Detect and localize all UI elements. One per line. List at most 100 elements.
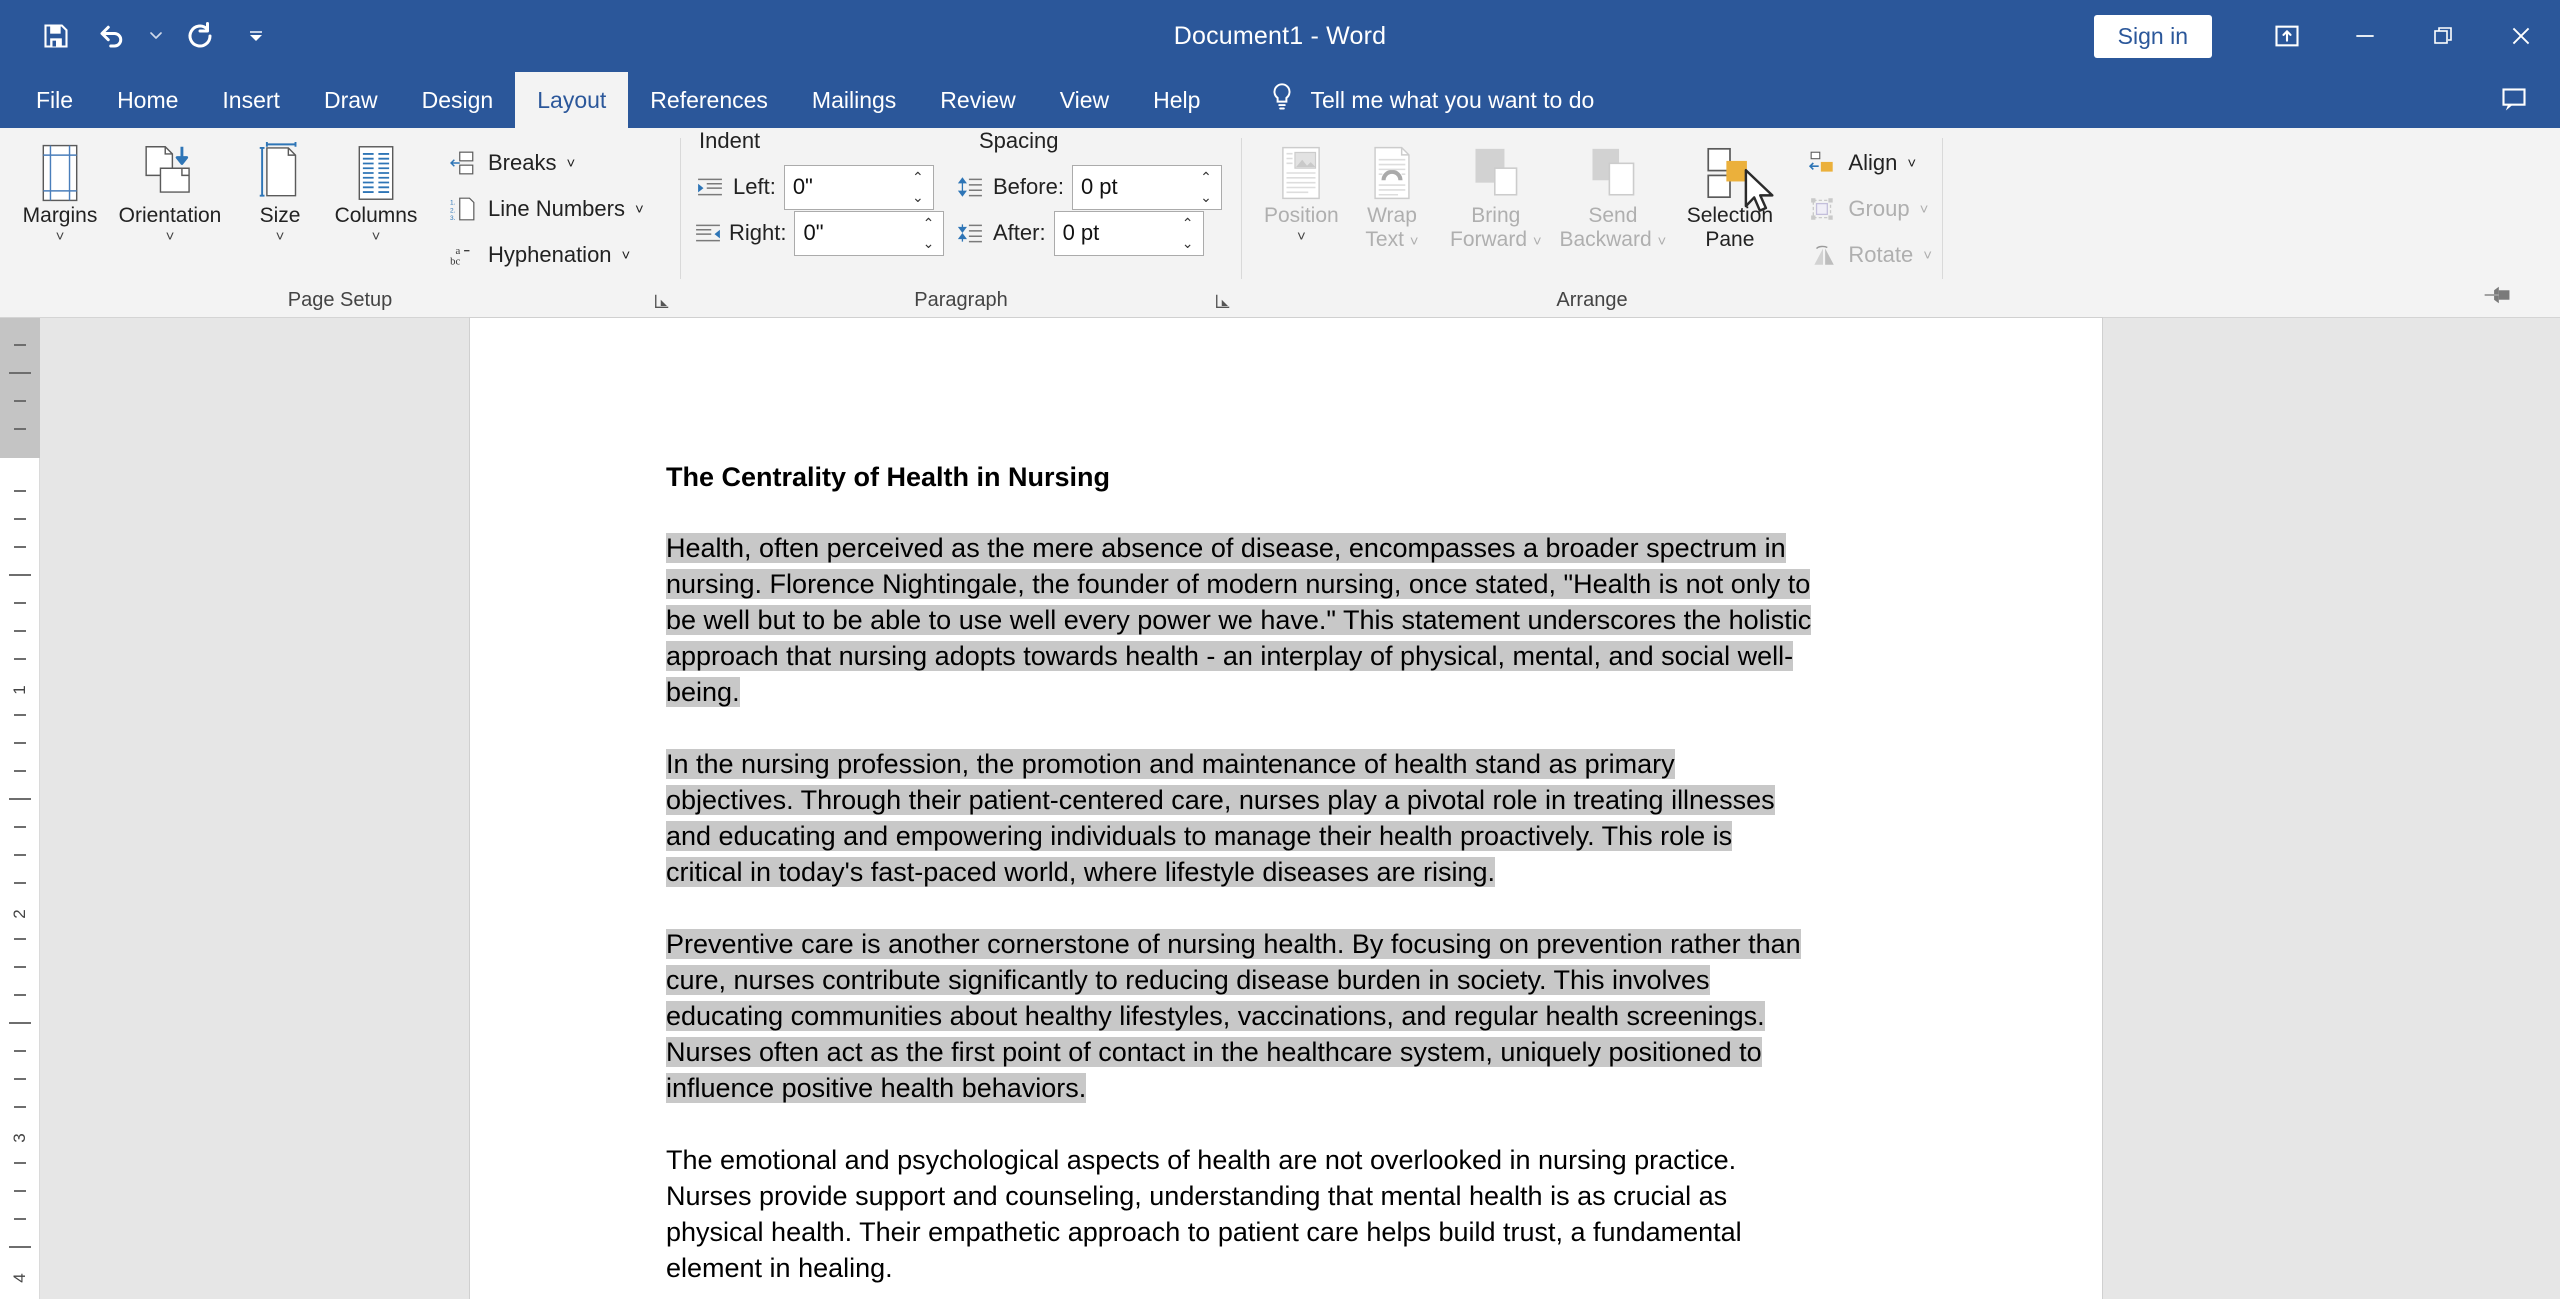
chevron-down-icon[interactable]: ˅: [1658, 233, 1667, 250]
chevron-down-icon[interactable]: ⌄: [912, 187, 924, 207]
wrap-text-button[interactable]: Wrap Text ˅: [1347, 138, 1438, 258]
comment-icon[interactable]: [2486, 76, 2542, 124]
chevron-down-icon[interactable]: ⌄: [1200, 187, 1212, 207]
tab-draw[interactable]: Draw: [302, 72, 400, 128]
chevron-down-icon[interactable]: ⌄: [1182, 233, 1194, 253]
rotate-button[interactable]: Rotate ˅: [1798, 232, 1942, 278]
orientation-button[interactable]: Orientation ˅: [108, 138, 232, 250]
tab-file[interactable]: File: [14, 72, 95, 128]
quick-access-toolbar: [0, 11, 282, 61]
restore-icon[interactable]: [2404, 0, 2482, 72]
document-line-text: The emotional and psychological aspects …: [666, 1145, 1737, 1175]
indent-left-spinner[interactable]: ⌃ ⌄: [783, 164, 934, 210]
bring-forward-label-line2: Forward: [1450, 228, 1528, 251]
spacing-after-input[interactable]: [1054, 212, 1173, 254]
spacing-before-stepper[interactable]: ⌃ ⌄: [1191, 166, 1221, 209]
line-numbers-label: Line Numbers: [488, 196, 625, 221]
chevron-down-icon[interactable]: ˅: [166, 228, 175, 246]
vertical-ruler[interactable]: 1 2 3 4: [0, 318, 40, 1299]
chevron-down-icon[interactable]: ˅: [1297, 228, 1306, 246]
chevron-down-icon[interactable]: ⌄: [923, 233, 935, 253]
document-paragraph[interactable]: The emotional and psychological aspects …: [666, 1142, 1906, 1286]
save-icon[interactable]: [30, 11, 82, 61]
customize-quick-access-toolbar-icon[interactable]: [230, 11, 282, 61]
indent-left-label: Left:: [733, 174, 776, 199]
page-setup-group-label: Page Setup: [287, 289, 393, 311]
chevron-down-icon[interactable]: ˅: [1920, 201, 1929, 218]
selection-pane-button[interactable]: Selection Pane: [1671, 138, 1788, 256]
tab-help[interactable]: Help: [1131, 72, 1222, 128]
indent-right-spinner[interactable]: ⌃ ⌄: [794, 210, 945, 256]
chevron-down-icon[interactable]: ˅: [635, 201, 644, 218]
chevron-down-icon[interactable]: ˅: [566, 155, 575, 172]
minimize-icon[interactable]: [2326, 0, 2404, 72]
position-button[interactable]: Position ˅: [1256, 138, 1347, 250]
breaks-button[interactable]: Breaks ˅: [438, 140, 654, 186]
paragraph-dialog-launcher[interactable]: [1213, 291, 1235, 313]
ruler-tick: [13, 714, 26, 716]
tab-view[interactable]: View: [1038, 72, 1131, 128]
chevron-down-icon[interactable]: ˅: [1907, 155, 1916, 172]
tab-review[interactable]: Review: [918, 72, 1037, 128]
indent-left-stepper[interactable]: ⌃ ⌄: [903, 166, 933, 209]
chevron-down-icon[interactable]: ˅: [1923, 247, 1932, 264]
tab-home[interactable]: Home: [95, 72, 200, 128]
tell-me-search[interactable]: Tell me what you want to do: [1268, 72, 1594, 128]
chevron-up-icon[interactable]: ⌃: [1182, 213, 1194, 233]
spacing-after-spinner[interactable]: ⌃ ⌄: [1053, 210, 1204, 256]
close-icon[interactable]: [2482, 0, 2560, 72]
ruler-tick: [13, 854, 26, 856]
bring-forward-button[interactable]: Bring Forward ˅: [1437, 138, 1554, 258]
page-setup-dialog-launcher[interactable]: [652, 291, 674, 313]
ruler-tick: [13, 1218, 26, 1220]
document-paragraph[interactable]: Preventive care is another cornerstone o…: [666, 926, 1906, 1106]
hyphenation-button[interactable]: a bc Hyphenation ˅: [438, 232, 654, 278]
spacing-before-input[interactable]: [1072, 166, 1191, 208]
spacing-after-stepper[interactable]: ⌃ ⌄: [1173, 212, 1203, 255]
rotate-icon: [1808, 243, 1838, 267]
align-label: Align: [1848, 150, 1898, 175]
chevron-up-icon[interactable]: ⌃: [912, 167, 924, 187]
sign-in-button[interactable]: Sign in: [2093, 14, 2212, 58]
tab-mailings[interactable]: Mailings: [790, 72, 918, 128]
document-text-area[interactable]: The Centrality of Health in Nursing Heal…: [470, 318, 2102, 1286]
spacing-before-spinner[interactable]: ⌃ ⌄: [1071, 164, 1222, 210]
chevron-down-icon[interactable]: ˅: [1533, 233, 1542, 250]
margins-button[interactable]: Margins ˅: [12, 138, 108, 250]
undo-dropdown-chevron-down-icon[interactable]: [142, 11, 170, 61]
chevron-down-icon[interactable]: ˅: [276, 228, 285, 246]
pin-ribbon-icon[interactable]: [2440, 272, 2560, 318]
align-button[interactable]: Align ˅: [1798, 140, 1942, 186]
group-button[interactable]: Group ˅: [1798, 186, 1942, 232]
line-numbers-button[interactable]: 1. 2. 3. Line Numbers ˅: [438, 186, 654, 232]
columns-button[interactable]: Columns ˅: [328, 138, 424, 250]
chevron-down-icon[interactable]: ˅: [372, 228, 381, 246]
ruler-tick: [13, 490, 26, 492]
ribbon-display-options-icon[interactable]: [2248, 0, 2326, 72]
document-paragraph[interactable]: In the nursing profession, the promotion…: [666, 746, 1906, 890]
chevron-down-icon[interactable]: ˅: [1410, 233, 1419, 250]
redo-icon[interactable]: [174, 11, 226, 61]
undo-icon[interactable]: [86, 11, 138, 61]
tab-references[interactable]: References: [628, 72, 790, 128]
document-page[interactable]: The Centrality of Health in Nursing Heal…: [470, 318, 2102, 1299]
chevron-down-icon[interactable]: ˅: [56, 228, 65, 246]
ruler-number: 1: [9, 685, 29, 695]
indent-left-input[interactable]: [784, 166, 903, 208]
document-line: Nurses provide support and counseling, u…: [666, 1178, 1906, 1214]
size-button[interactable]: Size ˅: [232, 138, 328, 250]
bring-forward-label-line1: Bring: [1471, 204, 1521, 227]
tab-layout[interactable]: Layout: [515, 72, 629, 128]
document-paragraph[interactable]: Health, often perceived as the mere abse…: [666, 530, 1906, 710]
svg-text:bc: bc: [450, 256, 460, 268]
indent-right-input[interactable]: [795, 212, 914, 254]
document-line-text: be well but to be able to use well every…: [666, 605, 1812, 635]
send-backward-button[interactable]: Send Backward ˅: [1554, 138, 1671, 258]
chevron-up-icon[interactable]: ⌃: [923, 213, 935, 233]
chevron-up-icon[interactable]: ⌃: [1200, 167, 1212, 187]
indent-right-stepper[interactable]: ⌃ ⌄: [913, 212, 943, 255]
group-icon: [1808, 197, 1838, 221]
tab-design[interactable]: Design: [400, 72, 516, 128]
tab-insert[interactable]: Insert: [200, 72, 302, 128]
chevron-down-icon[interactable]: ˅: [622, 247, 631, 264]
